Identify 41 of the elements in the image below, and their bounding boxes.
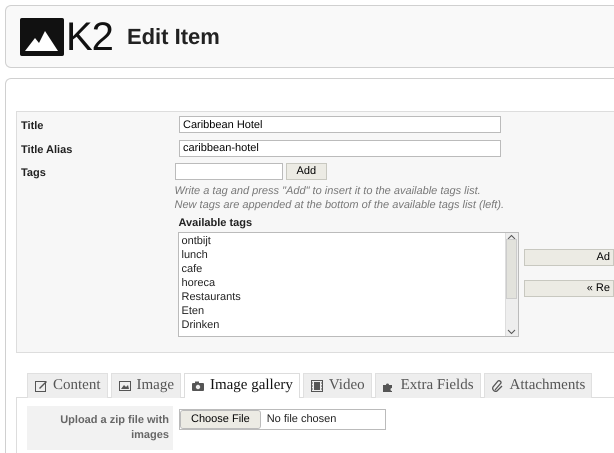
tab[interactable]: Attachments [484, 372, 592, 398]
choose-file-button[interactable]: Choose File [180, 410, 261, 428]
tab[interactable]: Image [110, 372, 181, 398]
tags-listbox[interactable]: ontbijt lunch cafe horeca Restaurants Eten Drinken [178, 232, 518, 336]
tag-input-field[interactable] [174, 163, 282, 180]
file-status: No file chosen [266, 412, 336, 427]
paperclip-icon [490, 378, 505, 392]
list-label: Available tags [178, 216, 254, 231]
file-input[interactable]: Choose File No file chosen [179, 408, 386, 430]
list-option[interactable]: Restaurants [182, 290, 502, 304]
add-button[interactable]: Add [286, 163, 328, 180]
list-option[interactable]: ontbijt [182, 234, 502, 248]
upload-label: Upload a zip file with images [27, 406, 173, 450]
help-text: Write a tag and press "Add" to insert it to the available tags list. [174, 184, 482, 198]
page-title: Edit Item [126, 23, 220, 51]
field-label: Title Alias [21, 142, 74, 158]
list-option[interactable]: horeca [182, 276, 502, 290]
side-button[interactable]: Ad [524, 248, 614, 266]
logo-icon [20, 18, 64, 56]
scroll-down-icon[interactable] [507, 326, 516, 336]
picture-icon [118, 378, 132, 392]
tab[interactable]: Extra Fields [374, 372, 481, 398]
camera-icon [190, 378, 205, 392]
tab[interactable]: Video [302, 372, 372, 398]
text-field[interactable]: caribbean-hotel [179, 140, 501, 156]
film-icon [310, 378, 324, 392]
side-button[interactable]: « Re [524, 280, 614, 296]
field-label: Title [21, 119, 44, 134]
scroll-up-icon[interactable] [507, 232, 516, 242]
list-option[interactable]: lunch [182, 248, 502, 262]
field-label: Tags [21, 166, 47, 181]
list-option[interactable]: cafe [182, 262, 502, 276]
tab[interactable]: Content [27, 372, 108, 398]
edit-icon [34, 378, 48, 392]
help-text: New tags are appended at the bottom of the available tags list (left). [174, 198, 506, 212]
text-field[interactable]: Caribbean Hotel [179, 116, 501, 133]
tab[interactable]: Image gallery [184, 372, 300, 398]
list-option[interactable]: Eten [182, 304, 502, 318]
list-option[interactable]: Drinken [182, 318, 502, 332]
logo-text: K2 [66, 16, 113, 56]
scrollbar-thumb[interactable] [506, 239, 517, 299]
